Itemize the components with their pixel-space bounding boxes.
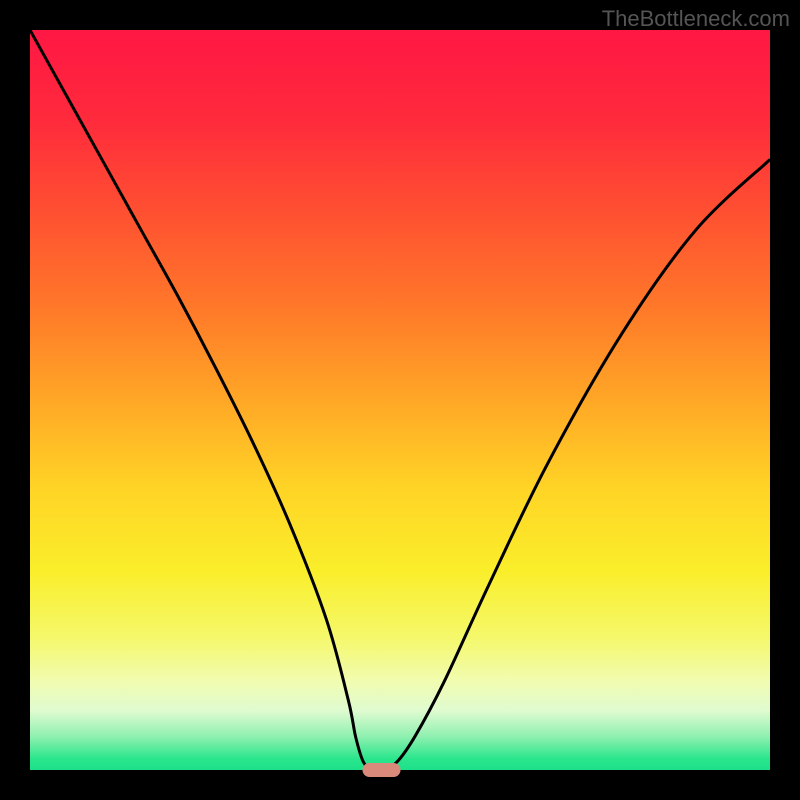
chart-svg (0, 0, 800, 800)
minimum-marker (363, 763, 401, 777)
plot-background (30, 30, 770, 770)
chart-frame: TheBottleneck.com (0, 0, 800, 800)
watermark-text: TheBottleneck.com (602, 6, 790, 32)
